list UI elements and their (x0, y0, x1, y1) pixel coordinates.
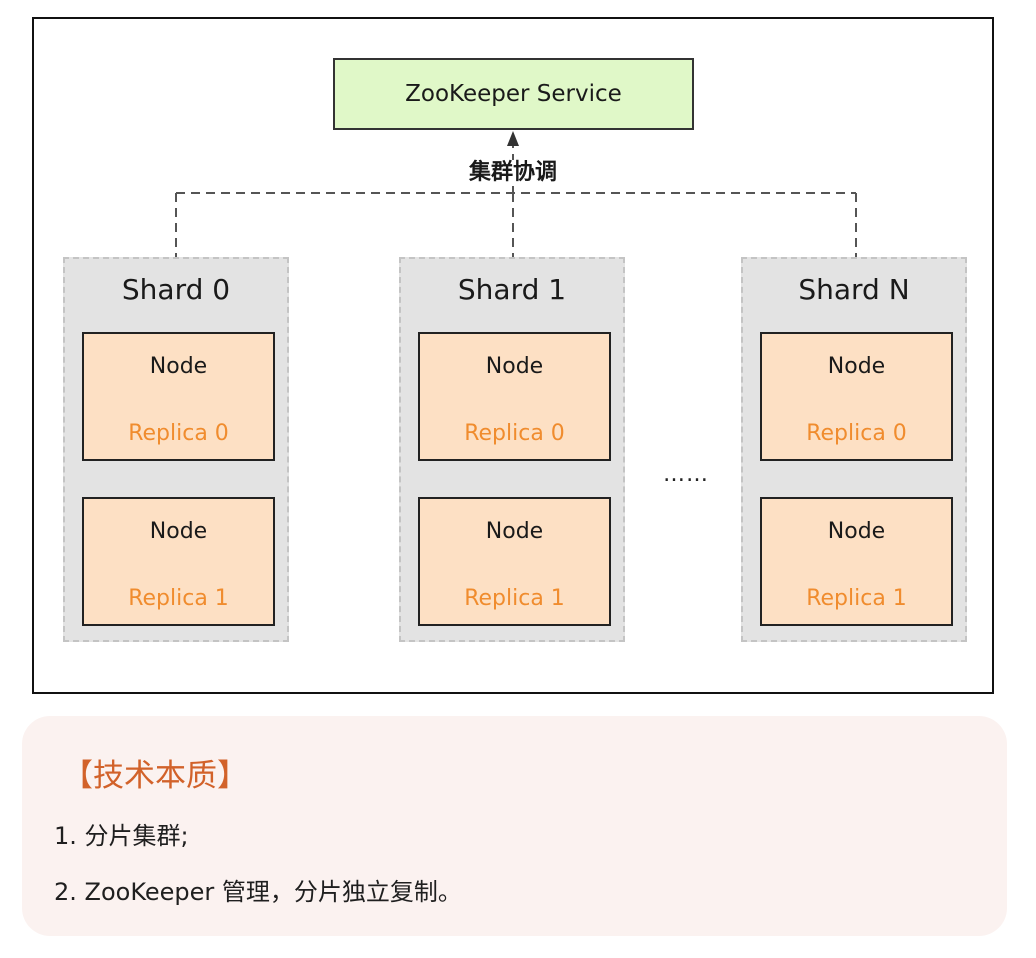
note-item: 2. ZooKeeper 管理，分片独立复制。 (54, 878, 462, 906)
node-label: Node (827, 354, 886, 379)
replica-label: Replica 1 (806, 586, 907, 611)
shard-title: Shard 0 (121, 273, 231, 306)
replica-label: Replica 0 (464, 421, 565, 446)
node-replica-1: Node Replica 1 (418, 497, 611, 626)
note-item: 1. 分片集群; (54, 822, 189, 850)
more-shards-ellipsis: …… (663, 462, 709, 487)
shard-n: Shard N Node Replica 0 Node Replica 1 (741, 257, 967, 642)
node-replica-1: Node Replica 1 (82, 497, 275, 626)
node-label: Node (485, 354, 544, 379)
node-label: Node (827, 519, 886, 544)
replica-label: Replica 1 (464, 586, 565, 611)
coordination-label: 集群协调 (448, 160, 578, 186)
shard-title: Shard 1 (457, 273, 567, 306)
zookeeper-service-label: ZooKeeper Service (405, 81, 622, 107)
node-replica-0: Node Replica 0 (82, 332, 275, 461)
shard-title: Shard N (798, 273, 910, 306)
replica-label: Replica 0 (128, 421, 229, 446)
node-label: Node (149, 519, 208, 544)
note-title: 【技术本质】 (62, 758, 248, 794)
shard-1: Shard 1 Node Replica 0 Node Replica 1 (399, 257, 625, 642)
node-replica-1: Node Replica 1 (760, 497, 953, 626)
essence-note-box: 【技术本质】 1. 分片集群; 2. ZooKeeper 管理，分片独立复制。 (22, 716, 1007, 936)
node-label: Node (485, 519, 544, 544)
node-replica-0: Node Replica 0 (418, 332, 611, 461)
shard-0: Shard 0 Node Replica 0 Node Replica 1 (63, 257, 289, 642)
zookeeper-service-box: ZooKeeper Service (333, 58, 694, 130)
node-replica-0: Node Replica 0 (760, 332, 953, 461)
replica-label: Replica 1 (128, 586, 229, 611)
replica-label: Replica 0 (806, 421, 907, 446)
node-label: Node (149, 354, 208, 379)
